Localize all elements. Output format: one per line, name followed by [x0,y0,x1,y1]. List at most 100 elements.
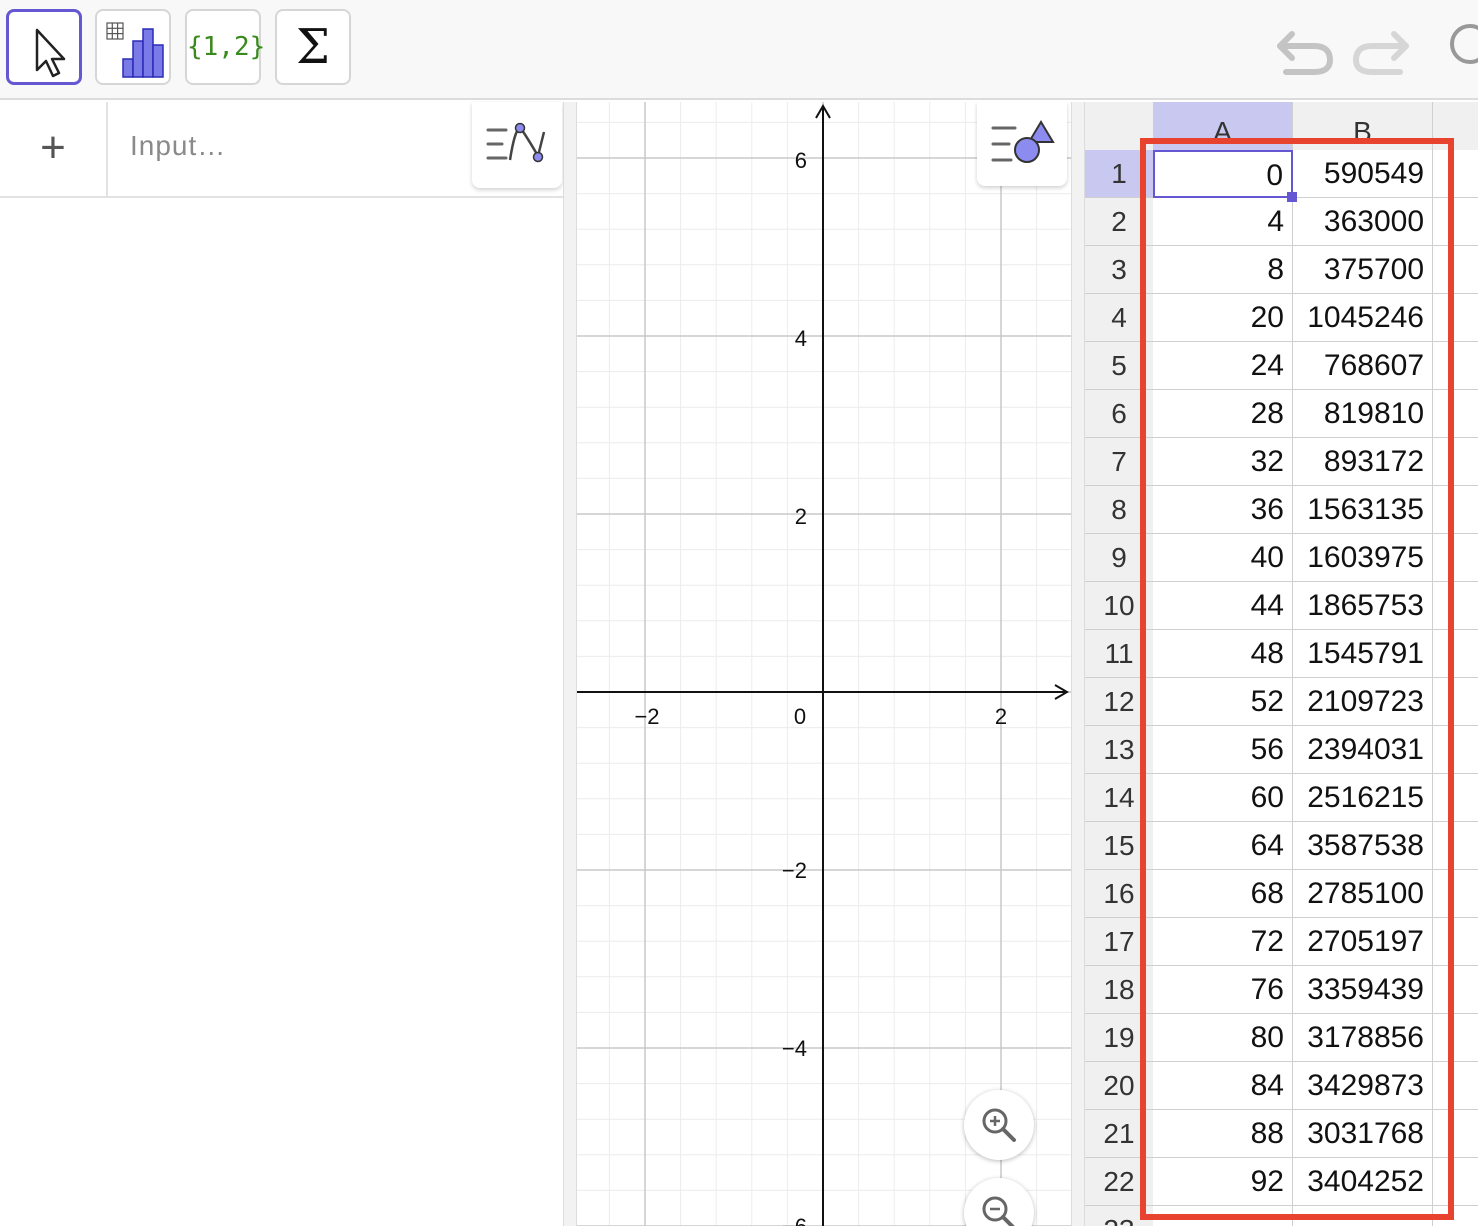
zoom-in-button[interactable] [964,1090,1034,1160]
cell-b[interactable]: 3031768 [1293,1110,1433,1158]
cell-b[interactable]: 3404252 [1293,1158,1433,1206]
move-tool-button[interactable] [6,9,82,85]
row-header[interactable]: 13 [1085,726,1153,774]
column-header-c[interactable] [1433,102,1478,150]
cell-a[interactable]: 84 [1153,1062,1293,1110]
cell-c[interactable] [1433,774,1478,822]
cell-a[interactable]: 92 [1153,1158,1293,1206]
row-header[interactable]: 19 [1085,1014,1153,1062]
cell-c[interactable] [1433,1110,1478,1158]
cell-a[interactable] [1153,1206,1293,1226]
cell-b[interactable]: 1545791 [1293,630,1433,678]
cell-b[interactable]: 768607 [1293,342,1433,390]
cell-b[interactable]: 3178856 [1293,1014,1433,1062]
cell-a[interactable]: 64 [1153,822,1293,870]
spreadsheet-corner[interactable] [1085,102,1153,150]
panel-divider-right[interactable] [1071,102,1085,1226]
cell-b[interactable]: 2516215 [1293,774,1433,822]
row-header[interactable]: 4 [1085,294,1153,342]
undo-icon[interactable] [1272,20,1342,80]
row-header[interactable]: 14 [1085,774,1153,822]
row-header[interactable]: 23 [1085,1206,1153,1226]
column-header-b[interactable]: B [1293,102,1433,150]
cell-c[interactable] [1433,630,1478,678]
cell-c[interactable] [1433,822,1478,870]
graphics-view[interactable]: −2 0 2 6 4 2 −2 −4 −6 [577,102,1071,1226]
cell-c[interactable] [1433,918,1478,966]
cell-b[interactable]: 590549 [1293,150,1433,198]
fill-handle[interactable] [1287,192,1297,202]
cell-b[interactable]: 2394031 [1293,726,1433,774]
row-header[interactable]: 21 [1085,1110,1153,1158]
cell-c[interactable] [1433,582,1478,630]
cell-b[interactable]: 3587538 [1293,822,1433,870]
cell-a[interactable]: 56 [1153,726,1293,774]
add-item-button[interactable]: + [0,102,108,196]
cell-b[interactable]: 2785100 [1293,870,1433,918]
cell-b[interactable]: 893172 [1293,438,1433,486]
row-header[interactable]: 7 [1085,438,1153,486]
row-header[interactable]: 16 [1085,870,1153,918]
panel-divider-left[interactable] [563,102,577,1226]
cell-c[interactable] [1433,870,1478,918]
row-header[interactable]: 6 [1085,390,1153,438]
row-header[interactable]: 2 [1085,198,1153,246]
cell-b[interactable]: 819810 [1293,390,1433,438]
cell-c[interactable] [1433,438,1478,486]
row-header[interactable]: 18 [1085,966,1153,1014]
cell-b[interactable]: 1563135 [1293,486,1433,534]
cell-a[interactable]: 52 [1153,678,1293,726]
cell-a[interactable]: 4 [1153,198,1293,246]
cell-a[interactable]: 28 [1153,390,1293,438]
cell-a[interactable]: 40 [1153,534,1293,582]
cell-a[interactable]: 0 [1153,150,1293,198]
cell-c[interactable] [1433,486,1478,534]
sum-tool-button[interactable]: Σ [275,9,351,85]
row-header[interactable]: 10 [1085,582,1153,630]
cell-c[interactable] [1433,534,1478,582]
cell-a[interactable]: 80 [1153,1014,1293,1062]
row-header[interactable]: 20 [1085,1062,1153,1110]
cell-c[interactable] [1433,1206,1478,1226]
cell-a[interactable]: 72 [1153,918,1293,966]
cell-a[interactable]: 24 [1153,342,1293,390]
row-header[interactable]: 8 [1085,486,1153,534]
cell-c[interactable] [1433,1062,1478,1110]
cell-b[interactable]: 3429873 [1293,1062,1433,1110]
cell-a[interactable]: 44 [1153,582,1293,630]
cell-c[interactable] [1433,294,1478,342]
list-tool-button[interactable]: {1,2} [185,9,265,85]
spreadsheet-view[interactable]: A B 1 0 590549 2 4 363000 3 8 375700 4 20 1045246 5 2… [1085,102,1478,1226]
cell-c[interactable] [1433,246,1478,294]
cell-a[interactable]: 20 [1153,294,1293,342]
cell-c[interactable] [1433,1158,1478,1206]
menu-circle-icon[interactable] [1440,22,1478,72]
column-header-a[interactable]: A [1153,102,1293,150]
cell-a[interactable]: 48 [1153,630,1293,678]
cell-c[interactable] [1433,1014,1478,1062]
zoom-out-button[interactable] [964,1178,1034,1226]
cell-a[interactable]: 68 [1153,870,1293,918]
cell-a[interactable]: 32 [1153,438,1293,486]
cell-b[interactable] [1293,1206,1433,1226]
graphics-style-button[interactable] [977,102,1067,186]
row-header[interactable]: 12 [1085,678,1153,726]
row-header[interactable]: 17 [1085,918,1153,966]
algebra-input-field[interactable]: Input… [130,130,226,162]
cell-b[interactable]: 2109723 [1293,678,1433,726]
row-header[interactable]: 9 [1085,534,1153,582]
cell-c[interactable] [1433,342,1478,390]
cell-b[interactable]: 1603975 [1293,534,1433,582]
cell-c[interactable] [1433,726,1478,774]
cell-c[interactable] [1433,390,1478,438]
row-header[interactable]: 5 [1085,342,1153,390]
cell-b[interactable]: 1045246 [1293,294,1433,342]
cell-c[interactable] [1433,198,1478,246]
cell-a[interactable]: 76 [1153,966,1293,1014]
cell-a[interactable]: 36 [1153,486,1293,534]
cell-c[interactable] [1433,966,1478,1014]
redo-icon[interactable] [1346,20,1416,80]
cell-b[interactable]: 363000 [1293,198,1433,246]
cell-a[interactable]: 88 [1153,1110,1293,1158]
cell-c[interactable] [1433,678,1478,726]
